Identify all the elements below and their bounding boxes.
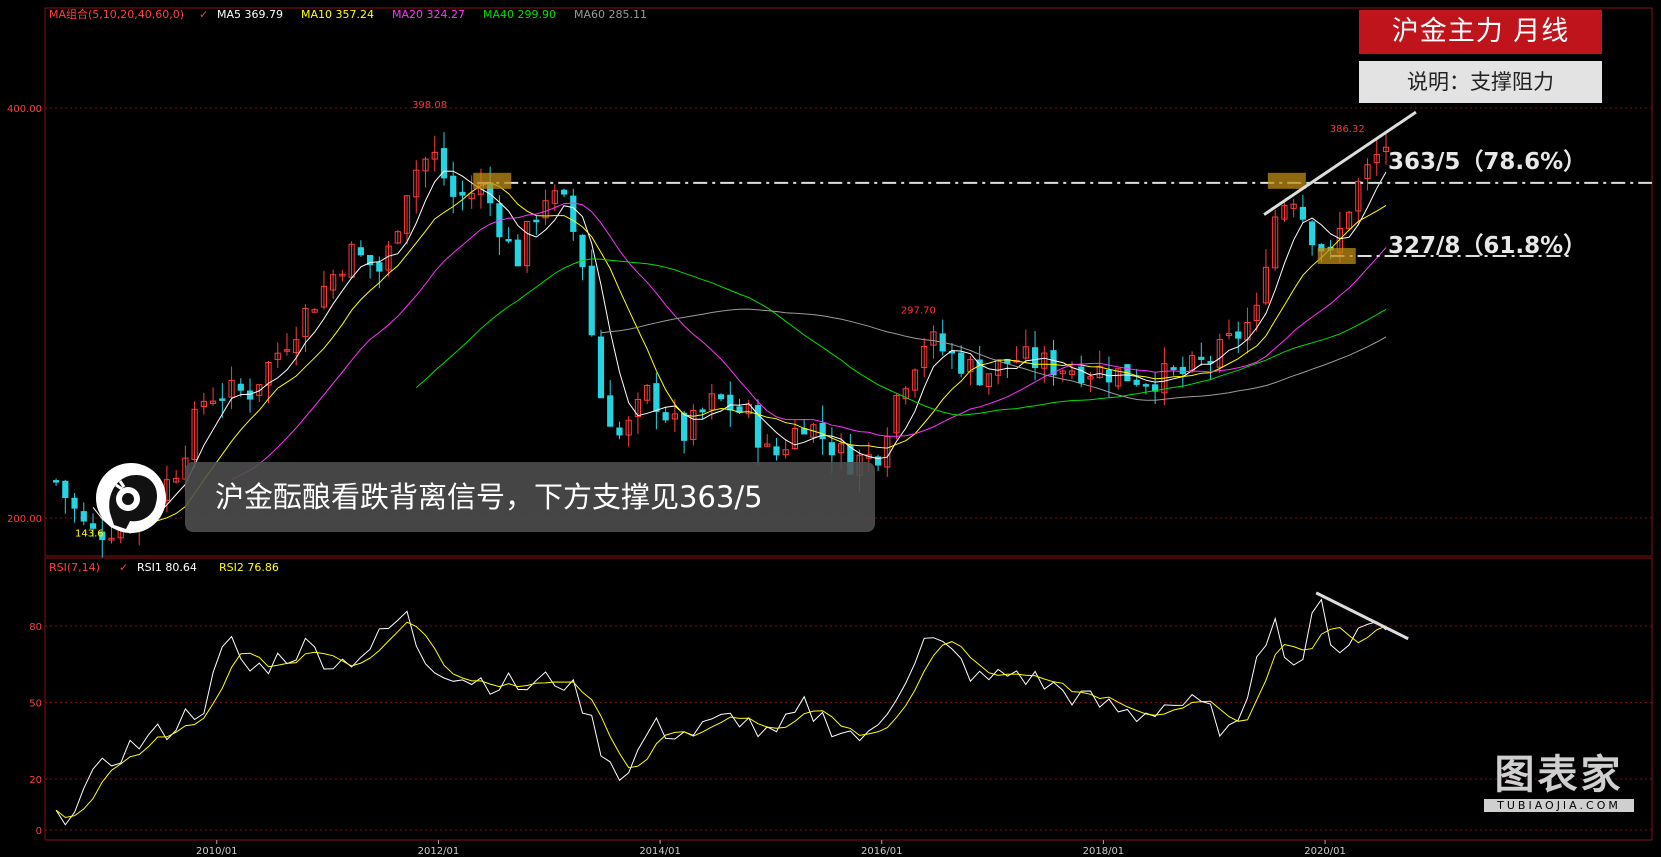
support-level-label: 327/8（61.8%） <box>1388 233 1587 259</box>
chart-subtitle: 说明：支撑阻力 <box>1359 61 1602 103</box>
candle-body <box>357 247 364 256</box>
candle-body <box>1170 367 1177 371</box>
rsi-trendline <box>1315 591 1409 641</box>
rsi-tick-label: 0 <box>36 826 42 837</box>
rsi-tick-label: 20 <box>29 775 42 786</box>
candle-body <box>662 412 669 421</box>
candle-body <box>219 398 226 401</box>
candle-body <box>570 195 577 232</box>
candle-body <box>579 234 586 268</box>
candle-body <box>80 511 87 522</box>
x-tick-label: 2018/01 <box>1083 846 1125 857</box>
x-tick-label: 2012/01 <box>418 846 460 857</box>
avatar <box>96 463 166 533</box>
candle-body <box>717 394 725 400</box>
rsi-header-chevron-icon: ✓ <box>119 561 128 574</box>
candle-body <box>653 383 660 412</box>
rsi-line-rsi1 <box>55 598 1387 826</box>
price-annotation: 398.08 <box>412 100 447 111</box>
watermark-en: TUBIAOJIA.COM <box>1484 799 1634 812</box>
x-tick-label: 2014/01 <box>639 846 681 857</box>
candle-body <box>1078 366 1085 384</box>
price-tick-label: 400.00 <box>7 104 42 115</box>
ma-header-chevron-icon: ✓ <box>199 8 208 21</box>
candle-body <box>1309 221 1316 246</box>
ma-header-item: MA20 324.27 <box>392 8 465 21</box>
candle-body <box>1235 331 1242 339</box>
resistance-highlight-box <box>1267 172 1306 189</box>
chart-canvas: 200.00 400.00 0 20 50 80 2010/01 2012/01 2014/01… <box>7 7 1653 857</box>
candle-body <box>450 175 457 197</box>
candle-body <box>607 395 614 427</box>
candle-body <box>246 390 254 400</box>
price-tick-label: 200.00 <box>7 514 42 525</box>
rsi-header-item: RSI2 76.86 <box>219 561 279 574</box>
rsi-tick-label: 50 <box>29 699 42 710</box>
candle-body <box>62 480 69 499</box>
rsi-line-rsi2 <box>55 621 1387 819</box>
ma-header-item: MA40 299.90 <box>483 8 556 21</box>
headline-banner: 沪金酝酿看跌背离信号，下方支撑见363/5 <box>185 462 875 532</box>
astronaut-icon <box>97 464 165 532</box>
resistance-level-label: 363/5（78.6%） <box>1388 149 1587 175</box>
candle-body <box>773 446 780 456</box>
candle-body <box>514 239 521 267</box>
candle-body <box>958 352 965 374</box>
candle-body <box>237 383 244 391</box>
price-annotation: 386.32 <box>1330 124 1365 135</box>
chart-title: 沪金主力 月线 <box>1359 10 1602 54</box>
support-highlight-box <box>1317 248 1356 265</box>
resistance-highlight-box <box>473 172 512 189</box>
rsi-panel-frame <box>44 557 1653 841</box>
rsi-header-label: RSI(7,14) <box>49 561 100 574</box>
candle-body <box>699 409 706 413</box>
ma-header-item: MA10 357.24 <box>301 8 374 21</box>
x-tick-label: 2020/01 <box>1304 846 1346 857</box>
watermark-cn: 图表家 <box>1494 752 1624 798</box>
candle-body <box>71 497 78 509</box>
watermark: 图表家 TUBIAOJIA.COM <box>1484 753 1634 812</box>
candle-body <box>616 427 623 436</box>
candle-body <box>459 191 466 196</box>
candle-body <box>1133 379 1140 385</box>
candle-body <box>1299 206 1306 220</box>
candle-body <box>1142 384 1149 387</box>
candle-body <box>533 219 540 223</box>
rsi-tick-label: 80 <box>29 622 42 633</box>
candle-body <box>727 394 734 411</box>
x-tick-label: 2016/01 <box>861 846 903 857</box>
candle-body <box>819 422 826 440</box>
rsi-header-item: RSI1 80.64 <box>137 561 197 574</box>
candle-body <box>828 442 835 456</box>
ma-header-item: MA5 369.79 <box>217 8 283 21</box>
ma-header-item: MA60 285.11 <box>574 8 647 21</box>
candle-body <box>505 239 512 242</box>
candle-body <box>1198 356 1205 360</box>
x-tick-label: 2010/01 <box>196 846 238 857</box>
candle-body <box>1179 366 1186 374</box>
candle-body <box>560 189 568 195</box>
price-annotation: 297.70 <box>901 306 936 317</box>
candle-body <box>681 412 688 441</box>
candle-body <box>588 265 595 336</box>
candle-body <box>376 262 383 272</box>
candle-body <box>1050 350 1057 376</box>
candle-body <box>597 336 605 399</box>
ma-header-label: MA组合(5,10,20,40,60,0) <box>49 7 184 21</box>
candle-body <box>52 480 60 483</box>
